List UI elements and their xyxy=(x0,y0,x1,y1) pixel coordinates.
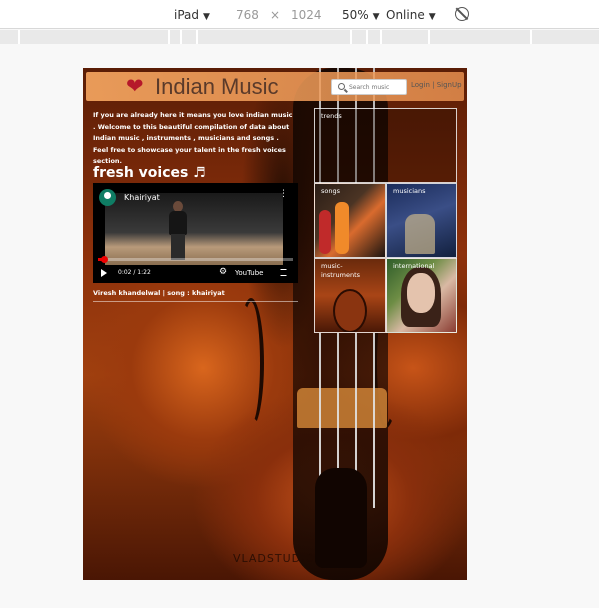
video-player[interactable]: Khairiyat ⋮ 0:02 / 1:22 ⚙ YouTube xyxy=(93,183,298,283)
fresh-voices-heading: fresh voices ♬ xyxy=(93,165,206,181)
video-progress-bar[interactable] xyxy=(98,256,293,263)
chevron-down-icon: ▼ xyxy=(372,12,380,22)
search-input[interactable] xyxy=(349,81,405,93)
tile-image xyxy=(405,214,435,254)
device-name: iPad xyxy=(174,8,200,22)
ruler-segment[interactable] xyxy=(168,30,170,44)
watermark: VLADSTUDIO xyxy=(233,552,316,565)
youtube-logo[interactable]: YouTube xyxy=(235,269,263,277)
tile-label: music- instruments xyxy=(321,262,361,279)
chevron-down-icon: ▼ xyxy=(428,12,436,22)
height-field[interactable]: 1024 xyxy=(291,8,322,22)
divider xyxy=(93,301,298,302)
network-value: Online xyxy=(386,8,425,22)
tile-label: musicians xyxy=(393,187,426,195)
network-select[interactable]: Online ▼ xyxy=(386,8,436,22)
tile-musicians[interactable]: musicians xyxy=(386,183,457,258)
width-field[interactable]: 768 xyxy=(236,8,259,22)
gear-icon[interactable]: ⚙ xyxy=(219,267,227,277)
video-title[interactable]: Khairiyat xyxy=(124,193,160,202)
site-header: ❤ Indian Music Login | SignUp xyxy=(86,72,464,101)
channel-avatar[interactable] xyxy=(99,189,116,206)
heart-logo-icon[interactable]: ❤ xyxy=(126,75,144,97)
tile-image xyxy=(319,210,331,254)
violin-f-hole xyxy=(238,298,264,428)
tile-image xyxy=(333,289,367,332)
site-title[interactable]: Indian Music xyxy=(155,74,279,100)
search-icon xyxy=(338,83,345,90)
ruler-segment[interactable] xyxy=(530,30,532,44)
zoom-select[interactable]: 50% ▼ xyxy=(342,8,380,22)
tile-music-instruments[interactable]: music- instruments xyxy=(314,258,386,333)
ruler-segment[interactable] xyxy=(428,30,430,44)
more-vertical-icon[interactable]: ⋮ xyxy=(279,190,288,203)
intro-text: If you are already here it means you lov… xyxy=(93,111,293,165)
zoom-value: 50% xyxy=(342,8,369,22)
video-time: 0:02 / 1:22 xyxy=(118,269,151,276)
ruler-segment[interactable] xyxy=(18,30,20,44)
ruler-segment[interactable] xyxy=(350,30,352,44)
times-icon: × xyxy=(270,8,281,22)
tile-international[interactable]: international xyxy=(386,258,457,333)
media-query-ruler[interactable] xyxy=(0,30,599,44)
video-frame[interactable] xyxy=(105,193,283,265)
device-toolbar: iPad ▼ 768 × 1024 50% ▼ Online ▼ xyxy=(0,0,599,29)
rotate-icon[interactable] xyxy=(455,7,469,21)
tile-songs[interactable]: songs xyxy=(314,183,386,258)
tile-image xyxy=(335,202,349,254)
login-signup-link[interactable]: Login | SignUp xyxy=(411,81,462,89)
video-caption: Viresh khandelwal | song : khairiyat xyxy=(93,289,225,297)
ruler-segment[interactable] xyxy=(180,30,182,44)
violin-tailpiece xyxy=(315,468,367,568)
ruler-segment[interactable] xyxy=(196,30,198,44)
tile-image xyxy=(407,273,435,313)
tile-label: trends xyxy=(321,112,342,120)
video-scrubber-handle[interactable] xyxy=(100,256,108,263)
device-select[interactable]: iPad ▼ xyxy=(174,8,210,22)
ruler-segment[interactable] xyxy=(366,30,368,44)
tile-label: songs xyxy=(321,187,340,195)
performer-figure xyxy=(167,201,189,261)
play-icon[interactable] xyxy=(101,269,107,277)
ruler-segment[interactable] xyxy=(380,30,382,44)
device-viewport: VLADSTUDIO ❤ Indian Music Login | SignUp… xyxy=(83,68,467,580)
search-box[interactable] xyxy=(331,79,407,95)
tile-trends[interactable]: trends xyxy=(314,108,457,183)
chevron-down-icon: ▼ xyxy=(203,12,210,22)
fullscreen-icon[interactable] xyxy=(280,269,287,276)
tile-label: international xyxy=(393,262,435,270)
